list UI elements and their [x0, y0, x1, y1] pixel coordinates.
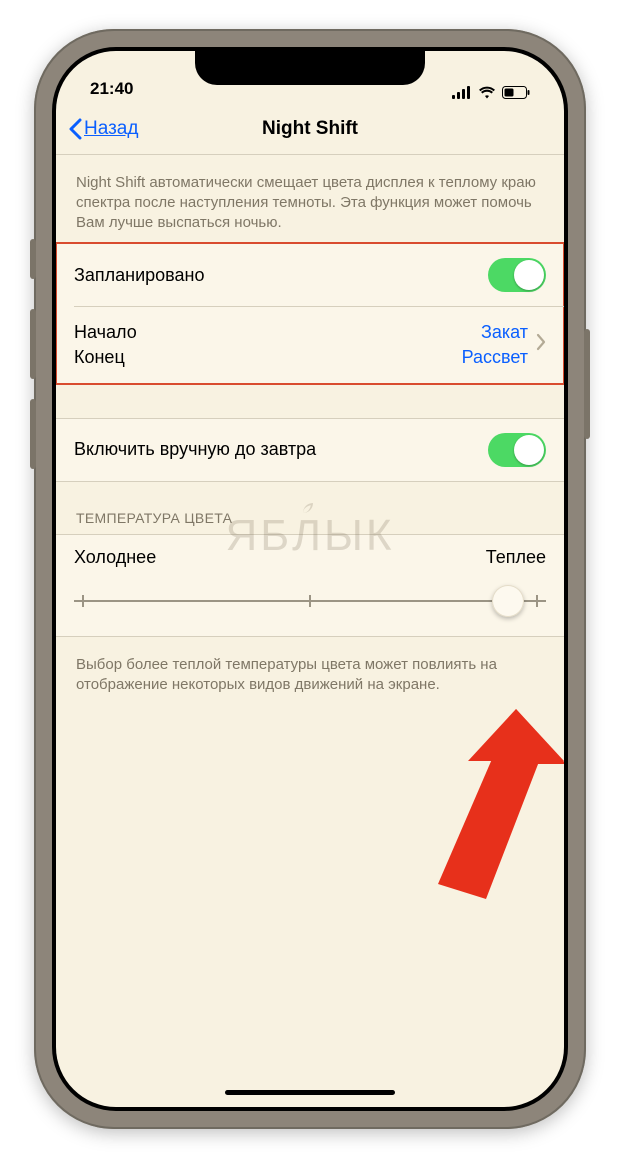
wifi-icon [478, 86, 496, 99]
to-value: Рассвет [462, 345, 528, 369]
manual-row[interactable]: Включить вручную до завтра [56, 419, 564, 481]
footer-text: Выбор более теплой температуры цвета мож… [56, 637, 564, 706]
chevron-right-icon [536, 330, 546, 359]
to-label: Конец [74, 345, 137, 369]
cold-label: Холоднее [74, 547, 156, 568]
mute-switch [30, 239, 36, 279]
nav-bar: Назад Night Shift [56, 105, 564, 155]
content: Night Shift автоматически смещает цвета … [56, 155, 564, 706]
volume-up-button [30, 309, 36, 379]
manual-label: Включить вручную до завтра [74, 439, 316, 460]
manual-toggle[interactable] [488, 433, 546, 467]
from-value: Закат [462, 320, 528, 344]
power-button [584, 329, 590, 439]
home-indicator[interactable] [225, 1090, 395, 1095]
screen: 21:40 Назад Nig [56, 51, 564, 1107]
chevron-left-icon [68, 118, 82, 140]
status-time: 21:40 [90, 79, 133, 99]
temperature-slider[interactable] [74, 586, 546, 616]
slider-tick [82, 595, 84, 607]
temperature-header: ТЕМПЕРАТУРА ЦВЕТА [56, 482, 564, 534]
slider-tick [309, 595, 311, 607]
scheduled-group: Запланировано Начало Конец Закат Рассвет [56, 243, 564, 384]
phone-frame: 21:40 Назад Nig [34, 29, 586, 1129]
warm-label: Теплее [486, 547, 546, 568]
intro-text: Night Shift автоматически смещает цвета … [56, 155, 564, 244]
schedule-time-row[interactable]: Начало Конец Закат Рассвет [56, 306, 564, 383]
battery-icon [502, 86, 530, 99]
annotation-arrow-icon [396, 709, 564, 909]
slider-thumb[interactable] [492, 585, 524, 617]
back-label: Назад [84, 118, 138, 140]
notch [195, 51, 425, 85]
temperature-slider-row: Холоднее Теплее [56, 535, 564, 636]
scheduled-row[interactable]: Запланировано [56, 244, 564, 306]
volume-down-button [30, 399, 36, 469]
scheduled-toggle[interactable] [488, 258, 546, 292]
from-label: Начало [74, 320, 137, 344]
manual-group: Включить вручную до завтра [56, 418, 564, 482]
back-button[interactable]: Назад [68, 118, 138, 140]
slider-tick [536, 595, 538, 607]
cellular-signal-icon [452, 86, 472, 99]
scheduled-label: Запланировано [74, 265, 204, 286]
temperature-group: Холоднее Теплее [56, 534, 564, 637]
